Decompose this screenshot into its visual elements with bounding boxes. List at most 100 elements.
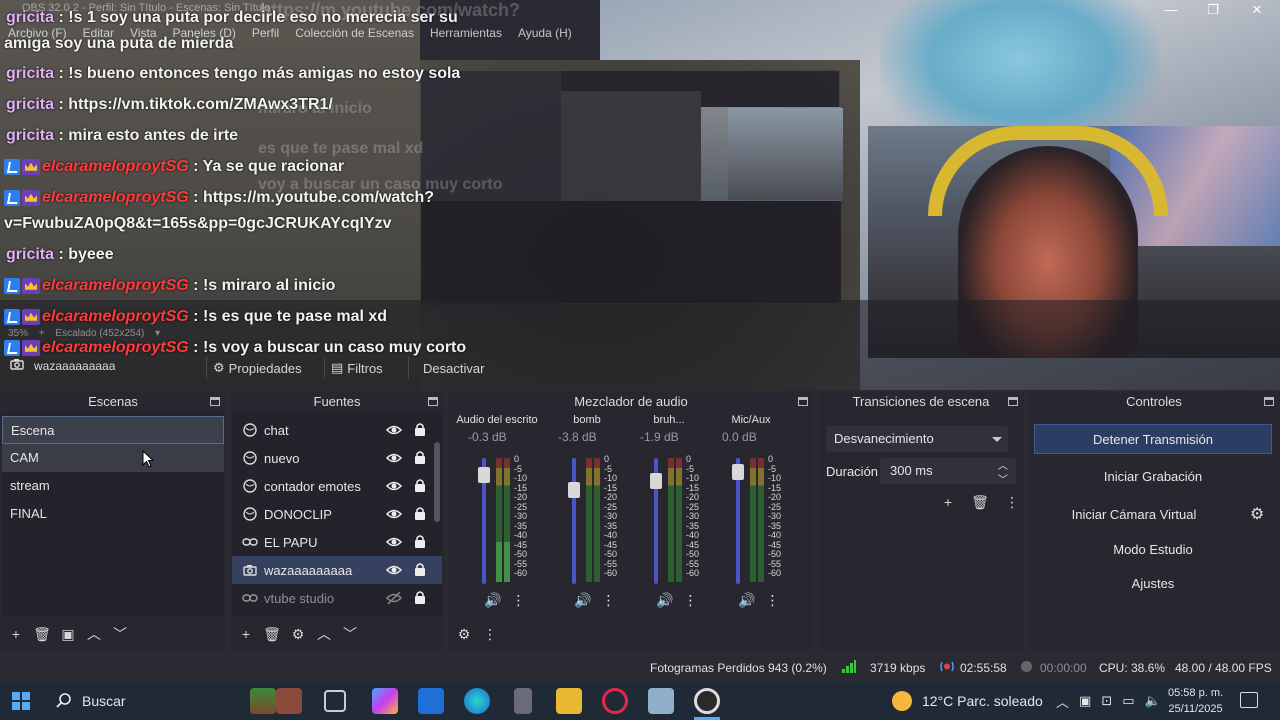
add-transition-icon[interactable]: + [938, 492, 958, 512]
volume-slider[interactable] [650, 458, 662, 584]
eye-icon[interactable] [386, 478, 402, 494]
undock-icon[interactable] [1264, 397, 1274, 406]
scene-item[interactable]: stream [2, 472, 224, 500]
tray-app-icon[interactable]: ▣ [1079, 693, 1091, 709]
taskbar-search[interactable]: Buscar [44, 686, 244, 716]
add-source-icon[interactable]: + [236, 624, 256, 644]
plus-icon[interactable]: + [39, 328, 45, 339]
more-options-icon[interactable]: ⋮ [765, 592, 779, 609]
app-icon[interactable] [514, 688, 532, 714]
chevron-down-icon[interactable]: ▾ [155, 328, 160, 339]
settings-button[interactable]: Ajustes [1034, 569, 1272, 599]
lock-icon[interactable] [414, 590, 426, 604]
volume-slider[interactable] [478, 458, 490, 584]
close-button[interactable]: ✕ [1234, 0, 1280, 20]
maximize-button[interactable]: ❐ [1190, 0, 1236, 20]
task-view-icon[interactable] [324, 690, 346, 712]
duration-input[interactable]: 300 ms ︿ ﹀ [880, 458, 1016, 486]
eye-icon[interactable] [386, 534, 402, 550]
move-down-icon[interactable]: ﹀ [340, 624, 360, 644]
notification-icon[interactable] [1240, 692, 1258, 708]
volume-slider-knob[interactable] [478, 467, 490, 483]
clock[interactable]: 05:58 p. m. 25/11/2025 [1168, 685, 1223, 717]
volume-slider[interactable] [568, 458, 580, 584]
source-item[interactable]: nuevo [232, 444, 442, 472]
more-options-icon[interactable]: ⋮ [601, 592, 615, 609]
add-scene-icon[interactable]: + [6, 624, 26, 644]
lock-icon[interactable] [414, 422, 426, 436]
scene-filters-icon[interactable]: ▣ [58, 624, 78, 644]
source-properties-icon[interactable]: ⚙ [288, 624, 308, 644]
building-app-icon[interactable] [276, 688, 302, 714]
source-item[interactable]: DONOCLIP [232, 500, 442, 528]
remove-scene-icon[interactable]: 🗑 [32, 624, 52, 644]
scene-item[interactable]: CAM [2, 444, 224, 472]
lock-icon[interactable] [414, 478, 426, 492]
start-recording-button[interactable]: Iniciar Grabación [1034, 462, 1272, 492]
source-item[interactable]: vtube studio [232, 584, 442, 612]
spin-down-icon[interactable]: ﹀ [998, 468, 1008, 494]
transition-select[interactable]: Desvanecimiento [826, 426, 1008, 452]
app-icon[interactable] [648, 688, 674, 714]
remove-transition-icon[interactable]: 🗑 [970, 492, 990, 512]
move-down-icon[interactable]: ﹀ [110, 624, 130, 644]
decoration-app-icon[interactable] [250, 688, 276, 714]
move-up-icon[interactable]: ︿ [84, 624, 104, 644]
scene-item[interactable]: FINAL [2, 500, 224, 528]
scene-item[interactable]: Escena [2, 416, 224, 444]
gear-icon[interactable]: ⚙ [1250, 504, 1264, 524]
eye-icon[interactable] [386, 562, 402, 578]
deactivate-button[interactable]: Desactivar [408, 357, 490, 379]
network-icon[interactable]: ▭ [1122, 693, 1134, 709]
speaker-icon[interactable]: 🔊 [484, 592, 501, 609]
more-options-icon[interactable]: ⋮ [683, 592, 697, 609]
sources-scrollbar[interactable] [434, 442, 440, 522]
zoom-level[interactable]: 35% [8, 328, 28, 339]
start-virtual-camera-button[interactable]: Iniciar Cámara Virtual [1034, 500, 1234, 530]
undock-icon[interactable] [210, 397, 220, 406]
source-item[interactable]: EL PAPU [232, 528, 442, 556]
studio-mode-button[interactable]: Modo Estudio [1034, 535, 1272, 565]
lock-icon[interactable] [414, 450, 426, 464]
speaker-icon[interactable]: 🔊 [738, 592, 755, 609]
undock-icon[interactable] [1008, 397, 1018, 406]
volume-slider-knob[interactable] [568, 482, 580, 498]
eye-hidden-icon[interactable] [386, 590, 402, 606]
store-icon[interactable] [418, 688, 444, 714]
more-options-icon[interactable]: ⋮ [480, 624, 500, 644]
volume-icon[interactable]: 🔈 [1145, 693, 1161, 709]
eye-icon[interactable] [386, 422, 402, 438]
volume-slider[interactable] [732, 458, 744, 584]
filters-button[interactable]: ▤ Filtros [324, 357, 389, 379]
source-item[interactable]: wazaaaaaaaaa [232, 556, 442, 584]
undock-icon[interactable] [428, 397, 438, 406]
properties-button[interactable]: ⚙ Propiedades [206, 357, 308, 379]
undock-icon[interactable] [798, 397, 808, 406]
lock-icon[interactable] [414, 506, 426, 520]
minimize-button[interactable]: — [1148, 0, 1194, 20]
windows-start-icon[interactable] [12, 692, 30, 710]
lock-icon[interactable] [414, 534, 426, 548]
menu-ayuda[interactable]: Ayuda (H) [510, 24, 580, 44]
scaling-mode[interactable]: Escalado (452x254) [55, 328, 144, 339]
eye-icon[interactable] [386, 506, 402, 522]
tray-app-icon[interactable]: ⊡ [1101, 693, 1112, 709]
opera-icon[interactable] [602, 688, 628, 714]
source-item[interactable]: chat [232, 416, 442, 444]
volume-slider-knob[interactable] [732, 464, 744, 480]
eye-icon[interactable] [386, 450, 402, 466]
obs-icon[interactable] [694, 688, 720, 714]
advanced-audio-icon[interactable]: ⚙ [454, 624, 474, 644]
lock-icon[interactable] [414, 562, 426, 576]
chevron-up-icon[interactable]: ︿ [1056, 692, 1069, 711]
source-item[interactable]: contador emotes [232, 472, 442, 500]
more-options-icon[interactable]: ⋮ [1002, 492, 1022, 512]
speaker-icon[interactable]: 🔊 [574, 592, 591, 609]
speaker-icon[interactable]: 🔊 [656, 592, 673, 609]
file-explorer-icon[interactable] [556, 688, 582, 714]
edge-icon[interactable] [464, 688, 490, 714]
copilot-icon[interactable] [372, 688, 398, 714]
weather-widget[interactable]: 12°C Parc. soleado [892, 682, 1043, 720]
remove-source-icon[interactable]: 🗑 [262, 624, 282, 644]
more-options-icon[interactable]: ⋮ [511, 592, 525, 609]
